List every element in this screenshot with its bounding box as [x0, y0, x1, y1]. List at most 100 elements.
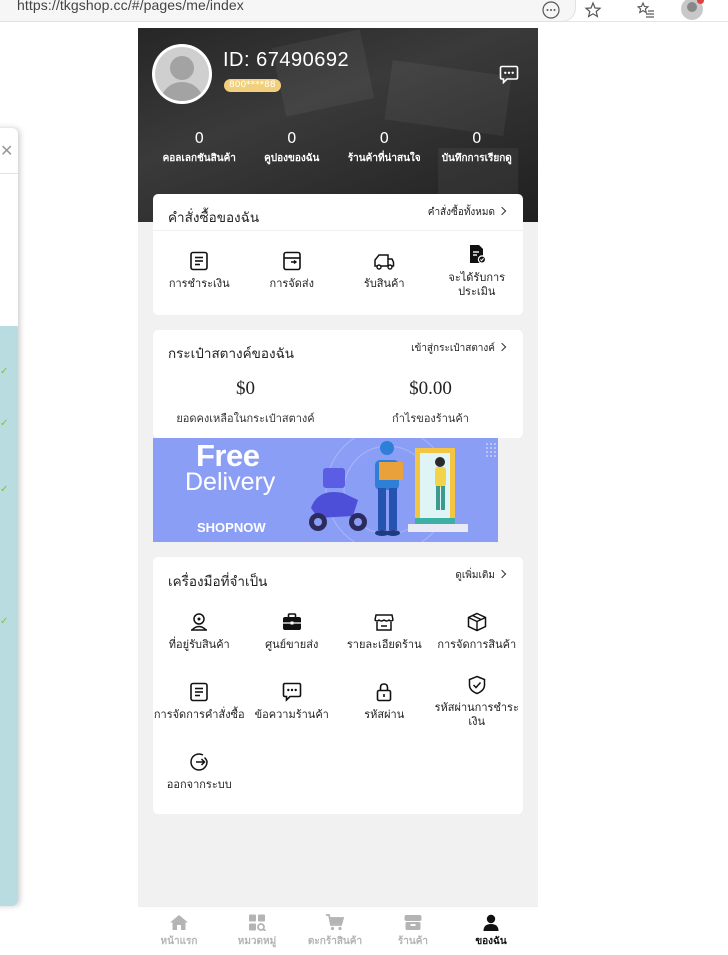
- stat-value: 0: [471, 129, 482, 147]
- tool-store-details-label: รายละเอียดร้าน: [346, 638, 422, 651]
- favorites-list-icon[interactable]: [636, 0, 656, 20]
- tool-payment-password[interactable]: รหัสผ่านการชำระเงิน: [431, 675, 524, 729]
- order-review-label: จะได้รับการประเมิน: [448, 271, 506, 298]
- tab-me[interactable]: ของฉัน: [454, 907, 528, 955]
- package-icon: [467, 612, 486, 632]
- stat-collection[interactable]: 0 คอลเลกชันสินค้า: [153, 130, 246, 166]
- stat-label: คูปองของฉัน: [264, 153, 320, 164]
- more-options-icon[interactable]: [541, 0, 561, 20]
- order-payment[interactable]: การชำระเงิน: [153, 251, 246, 291]
- chevron-right-icon: [497, 342, 507, 352]
- stat-value: 0: [194, 129, 205, 147]
- user-icon: [483, 914, 499, 931]
- home-icon: [170, 915, 188, 930]
- tool-address-label: ที่อยู่รับสินค้า: [168, 638, 230, 651]
- order-shipping-label: การจัดส่ง: [269, 277, 314, 290]
- stat-label: ร้านค้าที่น่าสนใจ: [347, 153, 421, 164]
- shop-profit-label: กำไรของร้านค้า: [392, 412, 469, 425]
- tool-shop-messages-label: ข้อความร้านค้า: [254, 708, 329, 721]
- all-orders-link[interactable]: คำสั่งซื้อทั้งหมด: [427, 205, 507, 220]
- order-shipping[interactable]: การจัดส่ง: [246, 251, 339, 291]
- tab-categories-label: หมวดหมู่: [237, 936, 277, 947]
- stat-value: 0: [379, 129, 390, 147]
- divider: [0, 173, 18, 174]
- tab-shop-label: ร้านค้า: [397, 936, 429, 947]
- tool-wholesale-label: ศูนย์ขายส่ง: [265, 638, 319, 651]
- notification-dot: [697, 0, 704, 4]
- avatar[interactable]: [152, 44, 212, 104]
- order-review[interactable]: จะได้รับการประเมิน: [431, 244, 524, 299]
- tool-password[interactable]: รหัสผ่าน: [338, 682, 431, 722]
- stat-value: 0: [286, 129, 297, 147]
- wallet-balance-value: $0: [236, 378, 255, 399]
- favorite-star-icon[interactable]: [583, 0, 603, 20]
- stats-row: 0 คอลเลกชันสินค้า 0 คูปองของฉัน 0 ร้านค้…: [153, 130, 523, 166]
- side-panel-content: ✓ ✓ ✓ ✓: [0, 326, 18, 906]
- stat-followed-shops[interactable]: 0 ร้านค้าที่น่าสนใจ: [338, 130, 431, 166]
- address-icon: [191, 613, 208, 631]
- tool-payment-password-label: รหัสผ่านการชำระเงิน: [434, 701, 519, 728]
- phone-badge: 800****88: [224, 79, 281, 92]
- message-icon[interactable]: [499, 65, 519, 85]
- browser-toolbar: https://tkgshop.cc/#/pages/me/index: [0, 0, 728, 22]
- tab-cart[interactable]: ตะกร้าสินค้า: [298, 907, 372, 955]
- category-icon: [249, 914, 267, 931]
- tool-wholesale[interactable]: ศูนย์ขายส่ง: [246, 612, 339, 652]
- chevron-right-icon: [497, 206, 507, 216]
- all-orders-link-label: คำสั่งซื้อทั้งหมด: [427, 207, 495, 218]
- shop-profit-value: $0.00: [409, 378, 452, 399]
- chevron-right-icon: [497, 569, 507, 579]
- tool-shop-messages[interactable]: ข้อความร้านค้า: [246, 682, 339, 722]
- url-text[interactable]: https://tkgshop.cc/#/pages/me/index: [17, 0, 244, 13]
- stat-label: บันทึกการเรียกดู: [441, 153, 512, 164]
- shipping-box-icon: [282, 251, 301, 271]
- tab-me-label: ของฉัน: [475, 936, 507, 947]
- tools-more-link[interactable]: ดูเพิ่มเติม: [455, 568, 507, 583]
- tab-home[interactable]: หน้าแรก: [142, 907, 216, 955]
- divider: [153, 230, 523, 231]
- tab-categories[interactable]: หมวดหมู่: [220, 907, 294, 955]
- tool-product-management-label: การจัดการสินค้า: [437, 638, 517, 651]
- check-icon: ✓: [0, 616, 9, 627]
- side-overlay-panel: ✕ ✓ ✓ ✓ ✓: [0, 128, 18, 906]
- shield-icon: [468, 675, 485, 695]
- tool-order-management-label: การจัดการคำสั่งซื้อ: [153, 708, 245, 721]
- wallet-balance-label: ยอดคงเหลือในกระเป๋าสตางค์: [176, 412, 315, 425]
- address-bar[interactable]: https://tkgshop.cc/#/pages/me/index: [0, 0, 576, 22]
- store-icon: [374, 614, 395, 631]
- tool-order-management[interactable]: การจัดการคำสั่งซื้อ: [153, 682, 246, 722]
- user-id: ID: 67490692: [223, 49, 350, 71]
- cart-icon: [326, 914, 345, 931]
- profile-header: ID: 67490692 800****88 0 คอลเลกชันสินค้า…: [138, 28, 538, 222]
- briefcase-icon: [282, 613, 301, 630]
- tools-title: เครื่องมือที่จำเป็น: [168, 574, 268, 590]
- orders-title: คำสั่งซื้อของฉัน: [168, 210, 260, 226]
- check-icon: ✓: [0, 418, 9, 429]
- tool-password-label: รหัสผ่าน: [364, 708, 405, 721]
- banner-shopnow-text: SHOPNOW: [197, 520, 266, 535]
- tool-product-management[interactable]: การจัดการสินค้า: [431, 612, 524, 652]
- tools-more-link-label: ดูเพิ่มเติม: [455, 570, 495, 581]
- stat-history[interactable]: 0 บันทึกการเรียกดู: [431, 130, 524, 166]
- tool-store-details[interactable]: รายละเอียดร้าน: [338, 612, 431, 652]
- orders-card: คำสั่งซื้อของฉัน คำสั่งซื้อทั้งหมด การชำ…: [153, 194, 523, 315]
- tool-address[interactable]: ที่อยู่รับสินค้า: [153, 612, 246, 652]
- free-delivery-banner[interactable]: Free Delivery SHOPNOW: [153, 438, 498, 542]
- tools-card: เครื่องมือที่จำเป็น ดูเพิ่มเติม ที่อยู่ร…: [153, 557, 523, 814]
- check-icon: ✓: [0, 484, 9, 495]
- tool-logout[interactable]: ออกจากระบบ: [153, 752, 246, 792]
- close-icon[interactable]: ✕: [0, 141, 13, 160]
- wallet-link[interactable]: เข้าสู่กระเป๋าสตางค์: [411, 341, 507, 356]
- wallet-title: กระเป๋าสตางค์ของฉัน: [168, 346, 295, 362]
- tab-cart-label: ตะกร้าสินค้า: [307, 936, 363, 947]
- stat-coupons[interactable]: 0 คูปองของฉัน: [246, 130, 339, 166]
- order-payment-label: การชำระเงิน: [168, 277, 230, 290]
- order-receive[interactable]: รับสินค้า: [338, 251, 431, 291]
- logout-icon: [190, 753, 209, 771]
- payment-icon: [190, 251, 209, 271]
- truck-icon: [374, 254, 395, 270]
- mobile-page: ID: 67490692 800****88 0 คอลเลกชันสินค้า…: [138, 28, 538, 955]
- order-list-icon: [190, 682, 209, 702]
- stat-label: คอลเลกชันสินค้า: [162, 153, 236, 164]
- tab-shop[interactable]: ร้านค้า: [376, 907, 450, 955]
